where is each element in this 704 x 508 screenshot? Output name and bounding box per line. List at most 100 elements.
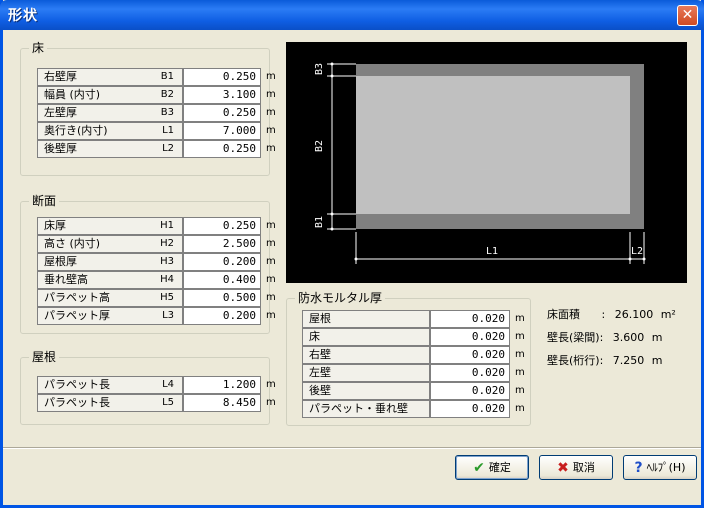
roof-value-input[interactable]: 8.450 xyxy=(183,394,261,412)
floor-row-unit: m xyxy=(266,143,276,154)
mortar-row-unit: m xyxy=(515,367,525,378)
floor-row-unit: m xyxy=(266,125,276,136)
section-row: 垂れ壁高 H4 0.400 m xyxy=(37,271,276,289)
mortar-row: 左壁 0.020 m xyxy=(302,364,532,382)
section-row-code: H5 xyxy=(160,292,174,303)
mortar-row: 床 0.020 m xyxy=(302,328,532,346)
mortar-row: 右壁 0.020 m xyxy=(302,346,532,364)
floor-row-label: 左壁厚 B3 xyxy=(37,104,183,122)
floor-row-code: B2 xyxy=(160,89,174,100)
mortar-group: 防水モルタル厚 屋根 0.020 m 床 0.020 m 右壁 0.020 m 左壁 0.020 m 後… xyxy=(286,291,532,426)
section-value-input[interactable]: 0.500 xyxy=(183,289,261,307)
floor-row: 奥行き(内寸) L1 7.000 m xyxy=(37,122,276,140)
mortar-row-unit: m xyxy=(515,385,525,396)
floor-row-code: L1 xyxy=(162,125,174,136)
floor-row-unit: m xyxy=(266,71,276,82)
ok-button-label: 確定 xyxy=(488,461,511,474)
mortar-value-input[interactable]: 0.020 xyxy=(430,346,510,364)
section-row-label-text: パラペット高 xyxy=(44,291,110,304)
section-row-label-text: パラペット厚 xyxy=(44,309,110,322)
mortar-row-unit: m xyxy=(515,403,525,414)
ok-button[interactable]: ✔ 確定 xyxy=(455,455,529,480)
floor-row-code: L2 xyxy=(162,143,174,154)
mortar-value-input[interactable]: 0.020 xyxy=(430,364,510,382)
girder-length-info: 壁長(桁行): 7.250 m xyxy=(547,352,663,368)
roof-row-unit: m xyxy=(266,379,276,390)
floor-row: 幅員 (内寸) B2 3.100 m xyxy=(37,86,276,104)
cancel-button-label: 取消 xyxy=(572,461,595,474)
floor-row-label-text: 奥行き(内寸) xyxy=(44,124,108,137)
section-row-label: パラペット高 H5 xyxy=(37,289,183,307)
floor-row: 後壁厚 L2 0.250 m xyxy=(37,140,276,158)
help-icon: ? xyxy=(634,460,643,476)
floor-row: 左壁厚 B3 0.250 m xyxy=(37,104,276,122)
section-row: パラペット厚 L3 0.200 m xyxy=(37,307,276,325)
roof-row-unit: m xyxy=(266,397,276,408)
floor-row-label-text: 右壁厚 xyxy=(44,70,77,83)
floor-area-info: 床面積 : 26.100 m² xyxy=(547,306,676,322)
floor-value-input[interactable]: 0.250 xyxy=(183,68,261,86)
section-row-label: 屋根厚 H3 xyxy=(37,253,183,271)
floor-inner xyxy=(356,76,630,214)
section-value-input[interactable]: 0.200 xyxy=(183,307,261,325)
section-row-unit: m xyxy=(266,310,276,321)
mortar-row-label: 床 xyxy=(302,328,430,346)
section-row-unit: m xyxy=(266,256,276,267)
dim-l2: L2 xyxy=(631,246,643,257)
floor-row-label-text: 幅員 (内寸) xyxy=(44,88,101,101)
floor-row-label: 幅員 (内寸) B2 xyxy=(37,86,183,104)
mortar-value-input[interactable]: 0.020 xyxy=(430,400,510,418)
mortar-row-label-text: 床 xyxy=(309,330,320,343)
section-value-input[interactable]: 0.200 xyxy=(183,253,261,271)
roof-row-label-text: パラペット長 xyxy=(44,396,110,409)
roof-row-label-text: パラペット長 xyxy=(44,378,110,391)
mortar-row-label: 後壁 xyxy=(302,382,430,400)
mortar-row-label: 左壁 xyxy=(302,364,430,382)
girder-length-unit: m xyxy=(651,354,663,367)
floor-value-input[interactable]: 0.250 xyxy=(183,104,261,122)
section-row-label-text: 床厚 xyxy=(44,219,66,232)
mortar-row: パラペット・垂れ壁 0.020 m xyxy=(302,400,532,418)
section-row-unit: m xyxy=(266,238,276,249)
section-row: パラペット高 H5 0.500 m xyxy=(37,289,276,307)
floor-row-code: B3 xyxy=(160,107,174,118)
roof-value-input[interactable]: 1.200 xyxy=(183,376,261,394)
floor-row-label-text: 後壁厚 xyxy=(44,142,77,155)
mortar-row-label: 右壁 xyxy=(302,346,430,364)
mortar-value-input[interactable]: 0.020 xyxy=(430,382,510,400)
section-row-code: H4 xyxy=(160,274,174,285)
floor-value-input[interactable]: 3.100 xyxy=(183,86,261,104)
cancel-button[interactable]: ✖ 取消 xyxy=(539,455,613,480)
floor-row-unit: m xyxy=(266,107,276,118)
floor-area-value: 26.100 xyxy=(614,308,654,321)
floor-value-input[interactable]: 0.250 xyxy=(183,140,261,158)
floor-value-input[interactable]: 7.000 xyxy=(183,122,261,140)
floor-row-label: 後壁厚 L2 xyxy=(37,140,183,158)
girder-length-value: 7.250 xyxy=(612,354,645,367)
roof-row: パラペット長 L4 1.200 m xyxy=(37,376,276,394)
mortar-group-label: 防水モルタル厚 xyxy=(295,291,386,305)
mortar-row-unit: m xyxy=(515,331,525,342)
help-button[interactable]: ? ﾍﾙﾌﾟ(H) xyxy=(623,455,697,480)
roof-row-code: L5 xyxy=(162,397,174,408)
section-value-input[interactable]: 2.500 xyxy=(183,235,261,253)
section-row-label: 床厚 H1 xyxy=(37,217,183,235)
section-value-input[interactable]: 0.250 xyxy=(183,217,261,235)
section-row-unit: m xyxy=(266,292,276,303)
section-row: 屋根厚 H3 0.200 m xyxy=(37,253,276,271)
roof-row-label: パラペット長 L4 xyxy=(37,376,183,394)
floor-row-unit: m xyxy=(266,89,276,100)
beam-length-label: 壁長(梁間): xyxy=(547,331,604,344)
mortar-value-input[interactable]: 0.020 xyxy=(430,328,510,346)
section-group-label: 断面 xyxy=(29,194,60,208)
section-group: 断面 床厚 H1 0.250 m 高さ (内寸) H2 2.500 m 屋根厚 H3 0.200 m 垂… xyxy=(20,194,276,334)
section-value-input[interactable]: 0.400 xyxy=(183,271,261,289)
mortar-value-input[interactable]: 0.020 xyxy=(430,310,510,328)
mortar-row-label-text: 右壁 xyxy=(309,348,331,361)
mortar-row: 屋根 0.020 m xyxy=(302,310,532,328)
section-row-unit: m xyxy=(266,274,276,285)
close-button[interactable]: ✕ xyxy=(677,5,698,26)
mortar-row-unit: m xyxy=(515,313,525,324)
section-row-label: 垂れ壁高 H4 xyxy=(37,271,183,289)
floor-row: 右壁厚 B1 0.250 m xyxy=(37,68,276,86)
